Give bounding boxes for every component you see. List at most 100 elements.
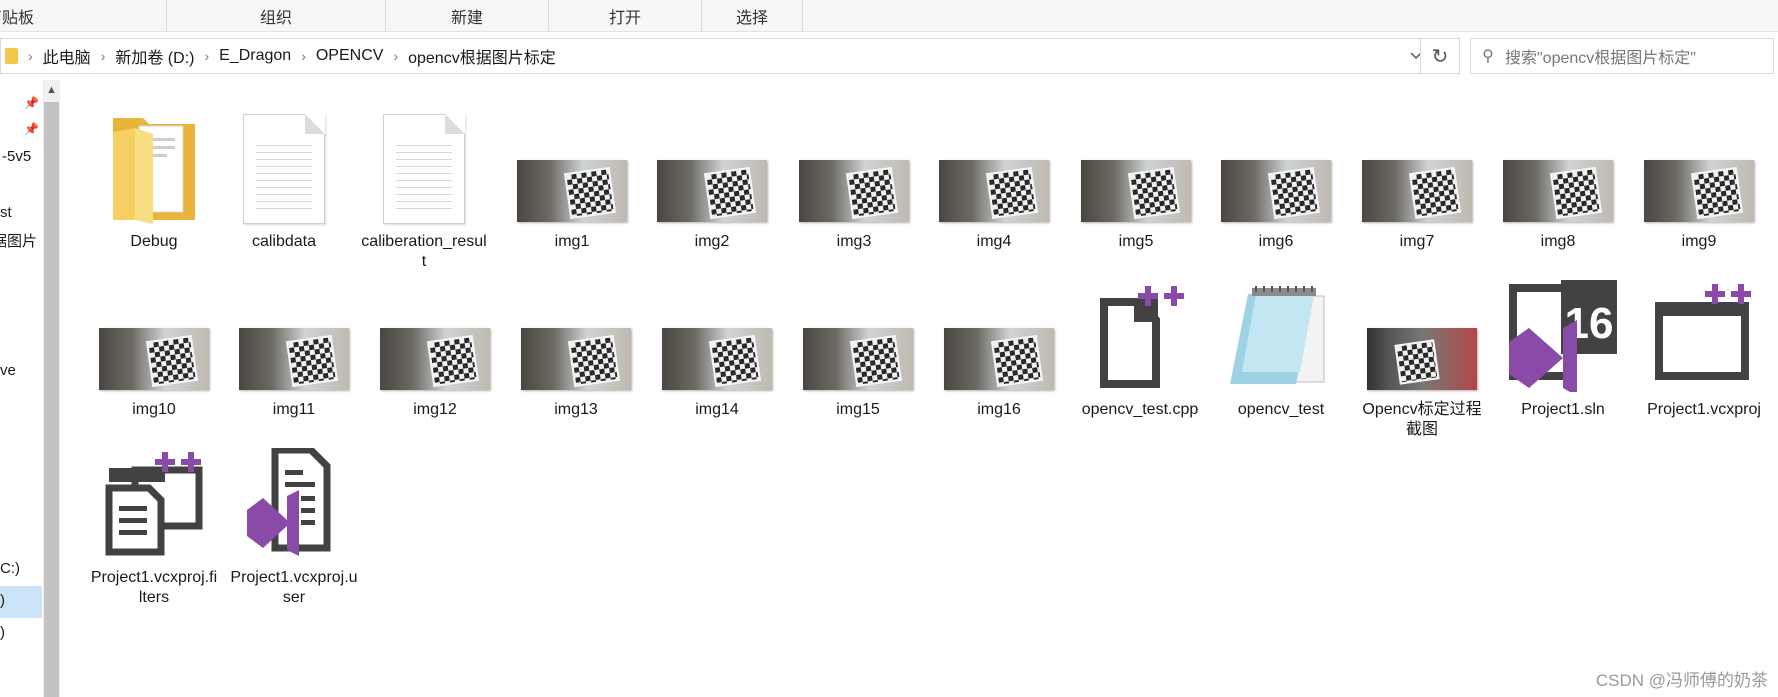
refresh-icon: ↻ <box>1431 45 1449 68</box>
file-name: img3 <box>836 233 872 250</box>
chevron-right-icon[interactable]: › <box>28 48 33 64</box>
chevron-right-icon[interactable]: › <box>101 48 106 64</box>
file-item-image[interactable]: img6 <box>1212 94 1340 252</box>
file-name: img8 <box>1540 233 1576 250</box>
file-item-image[interactable]: img12 <box>371 262 499 420</box>
nav-item[interactable]: -5v5 <box>2 148 31 165</box>
ribbon-group-open[interactable]: 打开 <box>549 0 702 31</box>
file-name: img7 <box>1399 233 1435 250</box>
ribbon-group-label: 组织 <box>259 9 292 27</box>
vcxproj-icon <box>1640 262 1768 392</box>
search-icon: ⚲ <box>1482 48 1494 65</box>
vs-solution-icon: 16 <box>1499 262 1627 392</box>
folder-icon <box>5 48 18 64</box>
nav-scrollbar[interactable]: ▲ <box>43 80 60 697</box>
crumb-drive-d[interactable]: 新加卷 (D:) <box>115 44 194 68</box>
image-thumbnail <box>99 328 209 390</box>
file-name: Project1.sln <box>1521 401 1605 418</box>
pin-icon[interactable]: 📌 <box>24 122 39 136</box>
file-name: img11 <box>272 401 316 418</box>
file-list: Debug calibdata caliberation_result img1… <box>60 80 1778 697</box>
file-item-image[interactable]: img5 <box>1072 94 1200 252</box>
file-name: opencv_test.cpp <box>1081 401 1199 418</box>
ribbon-group-label: 新建 <box>450 9 483 27</box>
chevron-right-icon[interactable]: › <box>393 48 398 64</box>
image-thumbnail <box>1367 328 1477 390</box>
file-item-image[interactable]: img2 <box>648 94 776 252</box>
file-name: img9 <box>1681 233 1717 250</box>
nav-item[interactable]: st <box>0 204 12 221</box>
file-item-image[interactable]: img13 <box>512 262 640 420</box>
image-thumbnail <box>521 328 631 390</box>
file-item-doc[interactable]: calibdata <box>220 94 348 252</box>
text-file-icon <box>383 114 465 224</box>
image-thumbnail <box>380 328 490 390</box>
chevron-right-icon[interactable]: › <box>204 48 209 64</box>
ribbon-group-new[interactable]: 新建 <box>386 0 549 31</box>
file-item-image[interactable]: img3 <box>790 94 918 252</box>
file-item-doc[interactable]: caliberation_result <box>360 94 488 272</box>
ribbon-group-organize[interactable]: 组织 <box>167 0 386 31</box>
nav-item-selected[interactable]: ) <box>0 592 5 609</box>
ribbon-group-label: 剪贴板 <box>0 9 35 27</box>
file-item-folder[interactable]: Debug <box>90 94 218 252</box>
file-item-image[interactable]: img4 <box>930 94 1058 252</box>
file-name: img12 <box>413 401 457 418</box>
file-item-filters[interactable]: Project1.vcxproj.filters <box>90 430 218 608</box>
file-item-user[interactable]: Project1.vcxproj.user <box>230 430 358 608</box>
file-item-image[interactable]: img9 <box>1635 94 1763 252</box>
crumb-opencv[interactable]: OPENCV <box>316 47 384 65</box>
file-item-vcxproj[interactable]: Project1.vcxproj <box>1640 262 1768 420</box>
file-item-screenshot[interactable]: Opencv标定过程截图 <box>1358 262 1486 440</box>
ribbon-group-label: 打开 <box>608 9 641 27</box>
file-name: img1 <box>554 233 590 250</box>
file-item-image[interactable]: img16 <box>935 262 1063 420</box>
file-name: opencv_test <box>1237 401 1325 418</box>
file-item-image[interactable]: img15 <box>794 262 922 420</box>
file-item-image[interactable]: img11 <box>230 262 358 420</box>
search-input[interactable]: 搜索"opencv根据图片标定" <box>1505 44 1696 68</box>
file-item-image[interactable]: img1 <box>508 94 636 252</box>
file-item-sln[interactable]: 16 Project1.sln <box>1499 262 1627 420</box>
image-thumbnail <box>799 160 909 222</box>
image-thumbnail <box>1081 160 1191 222</box>
folder-icon <box>90 94 218 224</box>
nav-selection-highlight <box>0 586 42 618</box>
file-item-image[interactable]: img10 <box>90 262 218 420</box>
crumb-this-pc[interactable]: 此电脑 <box>43 44 91 68</box>
nav-item[interactable]: C:) <box>0 560 20 577</box>
file-item-cpp[interactable]: opencv_test.cpp <box>1076 262 1204 420</box>
text-file-icon <box>243 114 325 224</box>
file-item-image[interactable]: img8 <box>1494 94 1622 252</box>
scrollbar-thumb[interactable] <box>44 102 59 697</box>
file-item-image[interactable]: img7 <box>1353 94 1481 252</box>
file-name: Project1.vcxproj.filters <box>90 569 218 606</box>
nav-item[interactable]: ) <box>0 624 5 641</box>
file-name: img4 <box>976 233 1012 250</box>
pin-icon[interactable]: 📌 <box>24 96 39 110</box>
image-thumbnail <box>662 328 772 390</box>
breadcrumb: › 此电脑 › 新加卷 (D:) › E_Dragon › OPENCV › o… <box>1 39 562 73</box>
refresh-button[interactable]: ↻ <box>1420 38 1460 74</box>
file-name: calibdata <box>251 233 317 250</box>
image-thumbnail <box>803 328 913 390</box>
crumb-e-dragon[interactable]: E_Dragon <box>219 47 291 65</box>
scroll-up-icon[interactable]: ▲ <box>46 84 57 96</box>
image-thumbnail <box>939 160 1049 222</box>
file-item-image[interactable]: img14 <box>653 262 781 420</box>
search-box[interactable]: ⚲ 搜索"opencv根据图片标定" <box>1470 38 1774 74</box>
file-name: img16 <box>977 401 1021 418</box>
image-thumbnail <box>239 328 349 390</box>
file-item-exe[interactable]: opencv_test <box>1217 262 1345 420</box>
chevron-right-icon[interactable]: › <box>301 48 306 64</box>
address-bar[interactable]: › 此电脑 › 新加卷 (D:) › E_Dragon › OPENCV › o… <box>0 38 1434 74</box>
nav-item[interactable]: ve <box>0 362 16 379</box>
ribbon-group-select[interactable]: 选择 <box>702 0 803 31</box>
file-name: img5 <box>1118 233 1154 250</box>
crumb-current-folder[interactable]: opencv根据图片标定 <box>408 44 556 68</box>
nav-item[interactable]: 据图片 <box>0 230 37 251</box>
image-thumbnail <box>1362 160 1472 222</box>
ribbon-group-clipboard[interactable]: 剪贴板 <box>0 0 167 31</box>
file-name: img2 <box>694 233 730 250</box>
file-name: img6 <box>1258 233 1294 250</box>
